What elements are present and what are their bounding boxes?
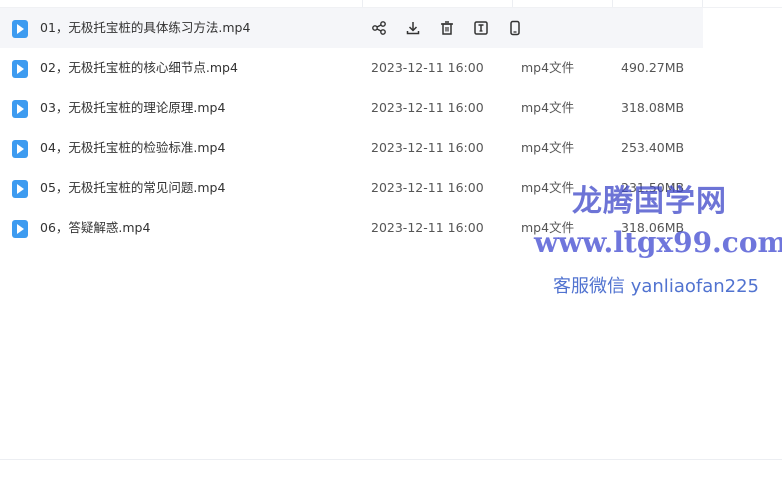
table-row[interactable]: 06，答疑解惑.mp4 2023-12-11 16:00 mp4文件 318.0… <box>0 208 782 248</box>
watermark-contact: 客服微信 yanliaofan225 <box>553 276 759 297</box>
file-size: 253.40MB <box>621 140 685 155</box>
file-date: 2023-12-11 16:00 <box>371 100 484 115</box>
file-size: 318.08MB <box>621 100 685 115</box>
video-file-icon <box>12 100 28 118</box>
file-name[interactable]: 04，无极托宝桩的检验标准.mp4 <box>40 128 225 168</box>
file-type: mp4文件 <box>521 220 575 235</box>
file-date: 2023-12-11 16:00 <box>371 220 484 235</box>
video-file-icon <box>12 20 28 38</box>
phone-icon[interactable] <box>507 20 523 36</box>
file-name[interactable]: 03，无极托宝桩的理论原理.mp4 <box>40 88 225 128</box>
trash-icon[interactable] <box>439 20 455 36</box>
file-list: 01，无极托宝桩的具体练习方法.mp4 02，无极托宝桩的核心细节点.mp4 2… <box>0 8 782 248</box>
table-row[interactable]: 01，无极托宝桩的具体练习方法.mp4 <box>0 8 703 48</box>
table-row[interactable]: 05，无极托宝桩的常见问题.mp4 2023-12-11 16:00 mp4文件… <box>0 168 782 208</box>
file-name[interactable]: 01，无极托宝桩的具体练习方法.mp4 <box>40 8 250 48</box>
file-type: mp4文件 <box>521 100 575 115</box>
file-size: 490.27MB <box>621 60 685 75</box>
video-file-icon <box>12 180 28 198</box>
video-file-icon <box>12 220 28 238</box>
download-icon[interactable] <box>405 20 421 36</box>
file-type: mp4文件 <box>521 180 575 195</box>
footer-divider <box>0 459 782 460</box>
video-file-icon <box>12 60 28 78</box>
file-size: 231.50MB <box>621 180 685 195</box>
share-icon[interactable] <box>371 20 387 36</box>
file-date: 2023-12-11 16:00 <box>371 140 484 155</box>
video-file-icon <box>12 140 28 158</box>
file-date: 2023-12-11 16:00 <box>371 180 484 195</box>
file-date: 2023-12-11 16:00 <box>371 60 484 75</box>
file-type: mp4文件 <box>521 140 575 155</box>
file-name[interactable]: 02，无极托宝桩的核心细节点.mp4 <box>40 48 238 88</box>
table-row[interactable]: 02，无极托宝桩的核心细节点.mp4 2023-12-11 16:00 mp4文… <box>0 48 782 88</box>
file-name[interactable]: 06，答疑解惑.mp4 <box>40 208 150 248</box>
table-row[interactable]: 04，无极托宝桩的检验标准.mp4 2023-12-11 16:00 mp4文件… <box>0 128 782 168</box>
file-size: 318.06MB <box>621 220 685 235</box>
table-row[interactable]: 03，无极托宝桩的理论原理.mp4 2023-12-11 16:00 mp4文件… <box>0 88 782 128</box>
file-name[interactable]: 05，无极托宝桩的常见问题.mp4 <box>40 168 225 208</box>
rename-icon[interactable] <box>473 20 489 36</box>
file-type: mp4文件 <box>521 60 575 75</box>
